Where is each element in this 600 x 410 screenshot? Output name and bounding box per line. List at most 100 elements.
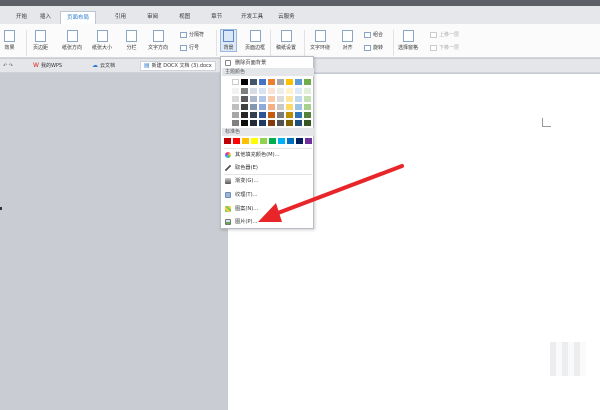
theme-color-shade-swatch[interactable] bbox=[250, 104, 257, 110]
tab-chapter[interactable]: 章节 bbox=[207, 11, 226, 24]
picture-item[interactable]: 图片(P)... bbox=[221, 217, 258, 226]
theme-color-shade-swatch[interactable] bbox=[295, 88, 302, 94]
theme-color-shade-swatch[interactable] bbox=[286, 120, 293, 126]
theme-color-shade-swatch[interactable] bbox=[232, 96, 239, 102]
theme-color-shade-swatch[interactable] bbox=[259, 104, 266, 110]
theme-color-shade-swatch[interactable] bbox=[241, 112, 248, 118]
theme-color-shade-swatch[interactable] bbox=[304, 96, 311, 102]
theme-color-shade-swatch[interactable] bbox=[286, 104, 293, 110]
theme-color-swatch[interactable] bbox=[232, 79, 239, 85]
more-colors-item[interactable]: 其他填充颜色(M)... bbox=[221, 150, 280, 159]
theme-color-shade-swatch[interactable] bbox=[232, 120, 239, 126]
effects-button[interactable]: 效果 bbox=[4, 30, 15, 51]
theme-color-shade-swatch[interactable] bbox=[268, 112, 275, 118]
theme-color-shade-swatch[interactable] bbox=[286, 112, 293, 118]
doc-tab-current[interactable]: ▤ 新建 DOCX 文档 (3).docx bbox=[140, 61, 216, 71]
tab-developer[interactable]: 开发工具 bbox=[237, 11, 267, 24]
theme-color-swatch[interactable] bbox=[241, 79, 248, 85]
tab-insert[interactable]: 插入 bbox=[36, 11, 55, 24]
send-backward-button[interactable]: 下移一层 bbox=[430, 44, 459, 51]
theme-color-shade-swatch[interactable] bbox=[268, 120, 275, 126]
theme-color-shade-swatch[interactable] bbox=[295, 104, 302, 110]
eyedropper-item[interactable]: 取色器(E) bbox=[221, 163, 258, 172]
theme-color-shade-swatch[interactable] bbox=[304, 112, 311, 118]
theme-color-shade-swatch[interactable] bbox=[268, 104, 275, 110]
tab-cloud[interactable]: 云服务 bbox=[274, 11, 299, 24]
theme-color-shade-swatch[interactable] bbox=[277, 96, 284, 102]
group-button[interactable]: 组合 bbox=[364, 31, 383, 38]
theme-color-shade-swatch[interactable] bbox=[277, 104, 284, 110]
page-border-button[interactable]: 页面边框 bbox=[245, 30, 265, 51]
standard-color-swatch[interactable] bbox=[269, 138, 276, 144]
theme-color-shade-swatch[interactable] bbox=[286, 88, 293, 94]
bring-forward-button[interactable]: 上移一层 bbox=[430, 31, 459, 38]
draft-settings-button[interactable]: 稿纸设置 bbox=[276, 30, 296, 51]
doc-tab-cloud-docs[interactable]: ☁ 云文档 bbox=[92, 61, 115, 71]
tab-view[interactable]: 视图 bbox=[175, 11, 194, 24]
theme-color-shade-swatch[interactable] bbox=[259, 88, 266, 94]
text-direction-button[interactable]: 文字方向 bbox=[148, 30, 168, 51]
tab-start[interactable]: 开始 bbox=[12, 11, 31, 24]
standard-color-swatch[interactable] bbox=[224, 138, 231, 144]
paper-size-button[interactable]: 纸张大小 bbox=[92, 30, 112, 51]
theme-color-shade-swatch[interactable] bbox=[232, 112, 239, 118]
theme-color-swatch[interactable] bbox=[250, 79, 257, 85]
theme-color-swatch[interactable] bbox=[304, 79, 311, 85]
theme-color-shade-swatch[interactable] bbox=[259, 112, 266, 118]
line-numbers-button[interactable]: 行号 bbox=[180, 44, 199, 51]
rotate-button[interactable]: 旋转 bbox=[364, 44, 383, 51]
theme-color-shade-swatch[interactable] bbox=[277, 120, 284, 126]
text-wrap-button[interactable]: 文字环绕 bbox=[310, 30, 330, 51]
tab-page-layout[interactable]: 页面布局 bbox=[60, 10, 97, 24]
theme-color-swatch[interactable] bbox=[259, 79, 266, 85]
standard-color-swatch[interactable] bbox=[278, 138, 285, 144]
margins-button[interactable]: 页边距 bbox=[33, 30, 48, 51]
standard-color-swatch[interactable] bbox=[251, 138, 258, 144]
selection-pane-button[interactable]: 选择窗格 bbox=[398, 30, 418, 51]
orientation-button[interactable]: 纸张方向 bbox=[62, 30, 82, 51]
breaks-button[interactable]: 分隔符 bbox=[180, 31, 204, 38]
tab-review[interactable]: 审阅 bbox=[143, 11, 162, 24]
theme-color-shade-swatch[interactable] bbox=[259, 120, 266, 126]
theme-color-swatch[interactable] bbox=[295, 79, 302, 85]
theme-color-shade-swatch[interactable] bbox=[241, 104, 248, 110]
theme-color-shade-swatch[interactable] bbox=[304, 88, 311, 94]
theme-color-shade-swatch[interactable] bbox=[295, 96, 302, 102]
standard-color-swatch[interactable] bbox=[296, 138, 303, 144]
theme-color-shade-swatch[interactable] bbox=[241, 120, 248, 126]
theme-color-shade-swatch[interactable] bbox=[232, 88, 239, 94]
gradient-item[interactable]: 渐变(G)... bbox=[221, 176, 258, 185]
theme-color-shade-swatch[interactable] bbox=[241, 88, 248, 94]
theme-color-shade-swatch[interactable] bbox=[250, 112, 257, 118]
align-button[interactable]: 对齐 bbox=[342, 30, 353, 51]
background-button[interactable]: 背景 bbox=[220, 29, 237, 52]
texture-item[interactable]: 纹理(T)... bbox=[221, 190, 258, 199]
theme-color-shade-swatch[interactable] bbox=[268, 96, 275, 102]
theme-color-shade-swatch[interactable] bbox=[250, 88, 257, 94]
standard-color-swatch[interactable] bbox=[233, 138, 240, 144]
theme-color-shade-swatch[interactable] bbox=[232, 104, 239, 110]
theme-color-swatch[interactable] bbox=[277, 79, 284, 85]
theme-color-shade-swatch[interactable] bbox=[250, 96, 257, 102]
theme-color-shade-swatch[interactable] bbox=[295, 120, 302, 126]
doc-tab-my-wps[interactable]: W 我的WPS bbox=[33, 61, 62, 71]
theme-color-swatch[interactable] bbox=[286, 79, 293, 85]
theme-color-shade-swatch[interactable] bbox=[241, 96, 248, 102]
pattern-item[interactable]: 图案(N)... bbox=[221, 204, 258, 213]
theme-color-shade-swatch[interactable] bbox=[268, 88, 275, 94]
theme-color-shade-swatch[interactable] bbox=[277, 112, 284, 118]
standard-color-swatch[interactable] bbox=[287, 138, 294, 144]
theme-color-shade-swatch[interactable] bbox=[304, 104, 311, 110]
columns-button[interactable]: 分栏 bbox=[126, 30, 137, 51]
theme-color-shade-swatch[interactable] bbox=[286, 96, 293, 102]
tab-references[interactable]: 引用 bbox=[111, 11, 130, 24]
theme-color-shade-swatch[interactable] bbox=[295, 112, 302, 118]
remove-background-item[interactable]: 删除页面背景 bbox=[221, 58, 266, 67]
theme-color-shade-swatch[interactable] bbox=[259, 96, 266, 102]
standard-color-swatch[interactable] bbox=[242, 138, 249, 144]
theme-color-swatch[interactable] bbox=[268, 79, 275, 85]
theme-color-shade-swatch[interactable] bbox=[250, 120, 257, 126]
standard-color-swatch[interactable] bbox=[260, 138, 267, 144]
theme-color-shade-swatch[interactable] bbox=[304, 120, 311, 126]
standard-color-swatch[interactable] bbox=[305, 138, 312, 144]
